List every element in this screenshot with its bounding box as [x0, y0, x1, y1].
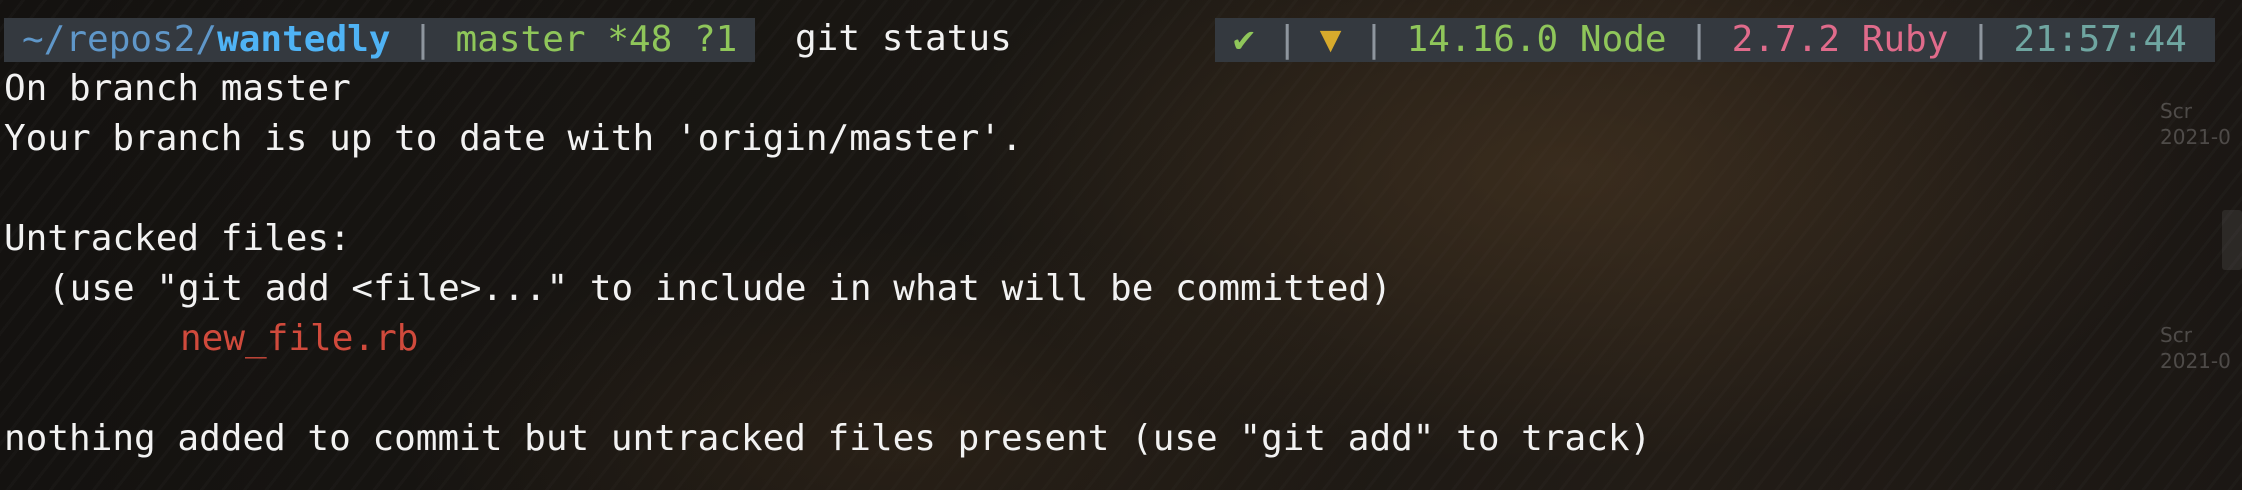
cwd-prefix: ~/repos2/: [22, 19, 218, 60]
arrow-down-icon: ▼: [1319, 19, 1342, 60]
desktop-icon-label-line: Scr: [2160, 99, 2192, 123]
untracked-file: new_file.rb: [180, 318, 419, 359]
ruby-version: 2.7.2 Ruby: [1731, 19, 1949, 60]
output-line: On branch master: [4, 68, 351, 109]
terminal-window[interactable]: ~/repos2/wantedly | master *48 ?1 git st…: [0, 14, 2242, 464]
desktop-file-icon[interactable]: [2222, 210, 2242, 270]
desktop-icon-label-line: 2021-0: [2160, 125, 2231, 149]
desktop-icon-label-line: 2021-0: [2160, 349, 2231, 373]
desktop-icon-label: Scr 2021-0: [2160, 98, 2231, 150]
prompt-right-segment: ✔ | ▼ | 14.16.0 Node | 2.7.2 Ruby | 21:5…: [1215, 18, 2215, 62]
cwd-repo: wantedly: [217, 19, 391, 60]
prompt-separator: |: [1970, 19, 1992, 60]
git-status-indicator: master *48 ?1: [455, 19, 738, 60]
prompt-separator: |: [412, 19, 434, 60]
output-line: (use "git add <file>..." to include in w…: [48, 268, 1392, 309]
desktop-icon-label-line: Scr: [2160, 323, 2192, 347]
output-line: Untracked files:: [4, 218, 351, 259]
prompt-separator: |: [1276, 19, 1299, 60]
desktop-icon-label: Scr 2021-0: [2160, 322, 2231, 374]
prompt-left-segment: ~/repos2/wantedly | master *48 ?1: [4, 18, 756, 62]
node-version: 14.16.0 Node: [1406, 19, 1667, 60]
prompt-line: ~/repos2/wantedly | master *48 ?1 git st…: [0, 14, 2242, 64]
prompt-time: 21:57:44: [2013, 19, 2187, 60]
prompt-separator: |: [1688, 19, 1710, 60]
command-input[interactable]: git status: [795, 14, 1012, 64]
prompt-separator: |: [1363, 19, 1385, 60]
output-line: Your branch is up to date with 'origin/m…: [4, 118, 1023, 159]
output-line: nothing added to commit but untracked fi…: [4, 418, 1652, 459]
check-icon: ✔: [1233, 19, 1255, 60]
